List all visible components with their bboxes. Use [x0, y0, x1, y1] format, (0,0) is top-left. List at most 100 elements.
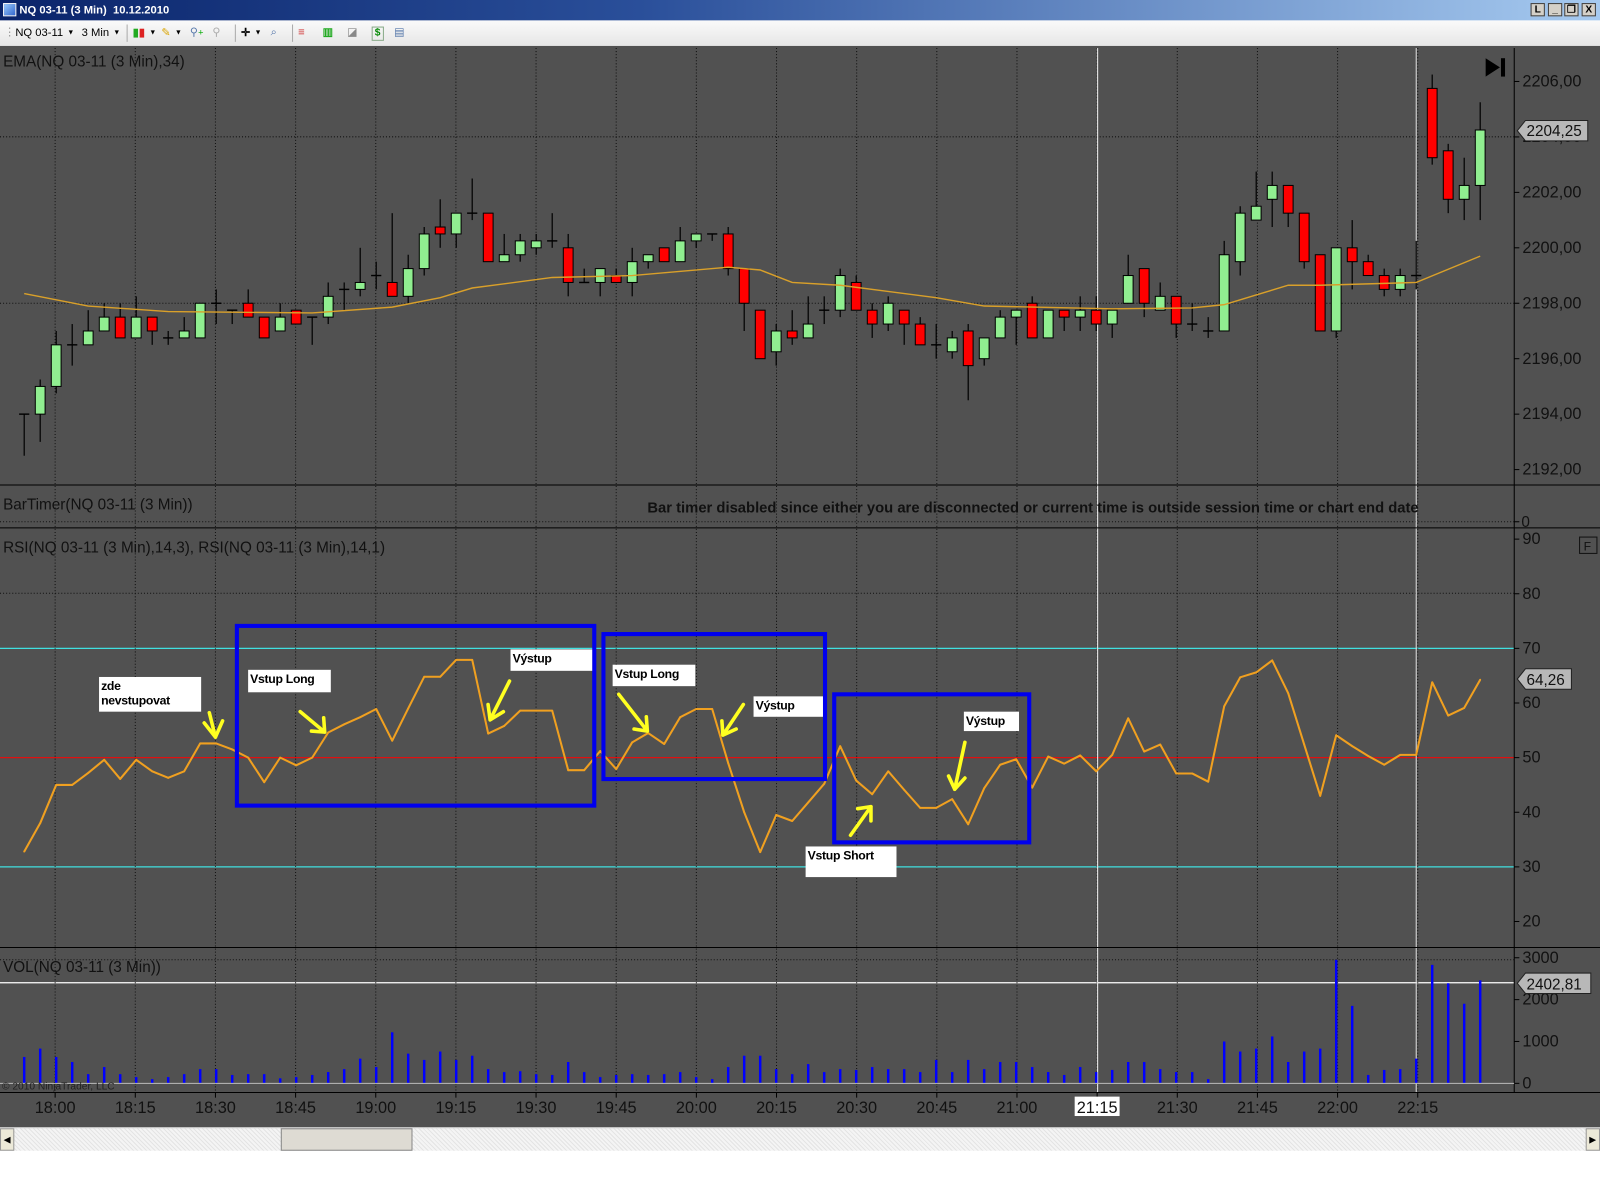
volume-panel-label: VOL(NQ 03-11 (3 Min))	[3, 959, 161, 976]
rsi-point	[1239, 676, 1242, 679]
candle	[786, 310, 798, 345]
candle-body-up	[98, 316, 110, 332]
value-axis[interactable]: 2206,002204,002202,002200,002198,002196,…	[1514, 73, 1581, 1093]
rsi-point	[1319, 794, 1322, 797]
candle	[1346, 220, 1358, 290]
candle	[354, 247, 366, 297]
rsi-point	[423, 675, 426, 678]
rsi-point	[679, 716, 682, 719]
candle	[1122, 254, 1134, 304]
time-label: 21:30	[1157, 1099, 1198, 1117]
scrollbar-thumb[interactable]	[280, 1128, 413, 1151]
candle	[819, 296, 830, 325]
rsi-point	[199, 742, 202, 745]
annotation-long-entry-1: Vstup Long	[248, 669, 331, 693]
candle	[738, 268, 750, 331]
time-axis[interactable]: 18:00 18:15 18:30 18:45 19:00 19:15 19:30 19:45…	[35, 1092, 1438, 1117]
candle-body-down	[1378, 275, 1390, 290]
rsi-point	[599, 750, 602, 752]
candle	[498, 233, 510, 263]
chart-canvas[interactable]: EMA(NQ 03-11 (3 Min),34) BarTimer(NQ 03-…	[0, 0, 1600, 1200]
rsi-point	[135, 758, 138, 761]
grid	[0, 136, 1515, 984]
candle-body-up	[274, 316, 286, 332]
candle	[866, 303, 878, 338]
rsi-point	[55, 784, 58, 786]
rsi-point	[999, 763, 1002, 766]
time-label: 20:30	[836, 1099, 877, 1117]
candle-body-up	[34, 385, 46, 415]
rsi-point	[1255, 671, 1258, 674]
candle	[1298, 212, 1310, 269]
annotation-text: nevstupovat	[101, 693, 170, 708]
candle	[163, 330, 174, 345]
rsi-point	[759, 851, 762, 854]
candle	[562, 233, 574, 297]
rsi-point	[567, 769, 570, 772]
candle	[530, 233, 542, 255]
candle-body-down	[146, 316, 158, 332]
annotation-arrow-icon	[616, 692, 650, 733]
rsi-point	[711, 708, 714, 710]
annotation-long-entry-2: Vstup Long	[612, 664, 696, 687]
rsi-point	[791, 820, 794, 822]
rsi-point	[631, 741, 634, 744]
candle	[258, 316, 270, 339]
rsi-point	[775, 814, 778, 816]
candle-body-up	[354, 281, 366, 290]
rsi-point	[871, 793, 874, 796]
candle-body-down	[1170, 295, 1182, 325]
rsi-point	[967, 823, 970, 826]
rsi-point	[359, 716, 362, 719]
rsi-last-value: 64,26	[1526, 672, 1564, 689]
horizontal-scrollbar[interactable]: ◀ ▶	[0, 1127, 1600, 1151]
axis-label: 60	[1522, 694, 1540, 712]
candle	[1058, 309, 1070, 331]
candle-body-up	[1250, 205, 1262, 221]
time-label: 20:15	[756, 1099, 797, 1117]
candle-body-up	[674, 240, 686, 263]
candle	[1474, 102, 1486, 221]
scroll-left-button[interactable]: ◀	[0, 1128, 15, 1151]
annotation-no-entry: zde nevstupovat	[99, 676, 202, 712]
axis-label: 90	[1522, 530, 1540, 548]
annotation-exit-2: Výstup	[753, 696, 823, 717]
candle	[1330, 247, 1342, 338]
rsi-point	[1367, 755, 1370, 757]
annotation-arrow-icon	[946, 740, 967, 792]
candle	[194, 302, 206, 339]
candle	[707, 233, 718, 241]
axis-label: 2198,00	[1522, 294, 1581, 312]
rsi-point	[183, 770, 186, 773]
axis-label: 2200,00	[1522, 239, 1581, 257]
time-label: 20:00	[676, 1099, 717, 1117]
axis-label: 50	[1522, 749, 1540, 767]
scroll-to-end-button[interactable]	[1485, 58, 1506, 77]
candle	[978, 337, 990, 366]
rsi-point	[535, 709, 538, 712]
rsi-point	[695, 708, 698, 710]
candle	[1378, 268, 1390, 297]
rsi-point	[375, 708, 378, 710]
rsi-point	[1415, 753, 1418, 756]
candle	[274, 303, 286, 332]
candle-body-up	[1122, 275, 1134, 304]
chart-window: NQ 03-11 (3 Min) 10.12.2010 L _ ❐ X ⋮ NQ…	[0, 0, 1600, 1200]
rsi-f-button[interactable]: F	[1579, 536, 1598, 554]
rsi-point	[887, 770, 890, 773]
candle	[642, 254, 654, 269]
rsi-point	[471, 658, 474, 661]
candle	[754, 309, 766, 360]
candle	[1026, 296, 1038, 339]
rsi-point	[951, 798, 954, 801]
candle-body-up	[1330, 247, 1342, 332]
rsi-point	[439, 675, 442, 678]
rsi-point	[1351, 745, 1354, 748]
candle-body-up	[802, 323, 814, 339]
rsi-point	[1063, 762, 1066, 765]
candle-body-down	[386, 281, 398, 297]
candle	[1218, 240, 1230, 332]
scroll-right-button[interactable]: ▶	[1585, 1128, 1600, 1151]
time-label: 19:15	[435, 1099, 476, 1117]
time-label: 21:00	[997, 1099, 1038, 1117]
